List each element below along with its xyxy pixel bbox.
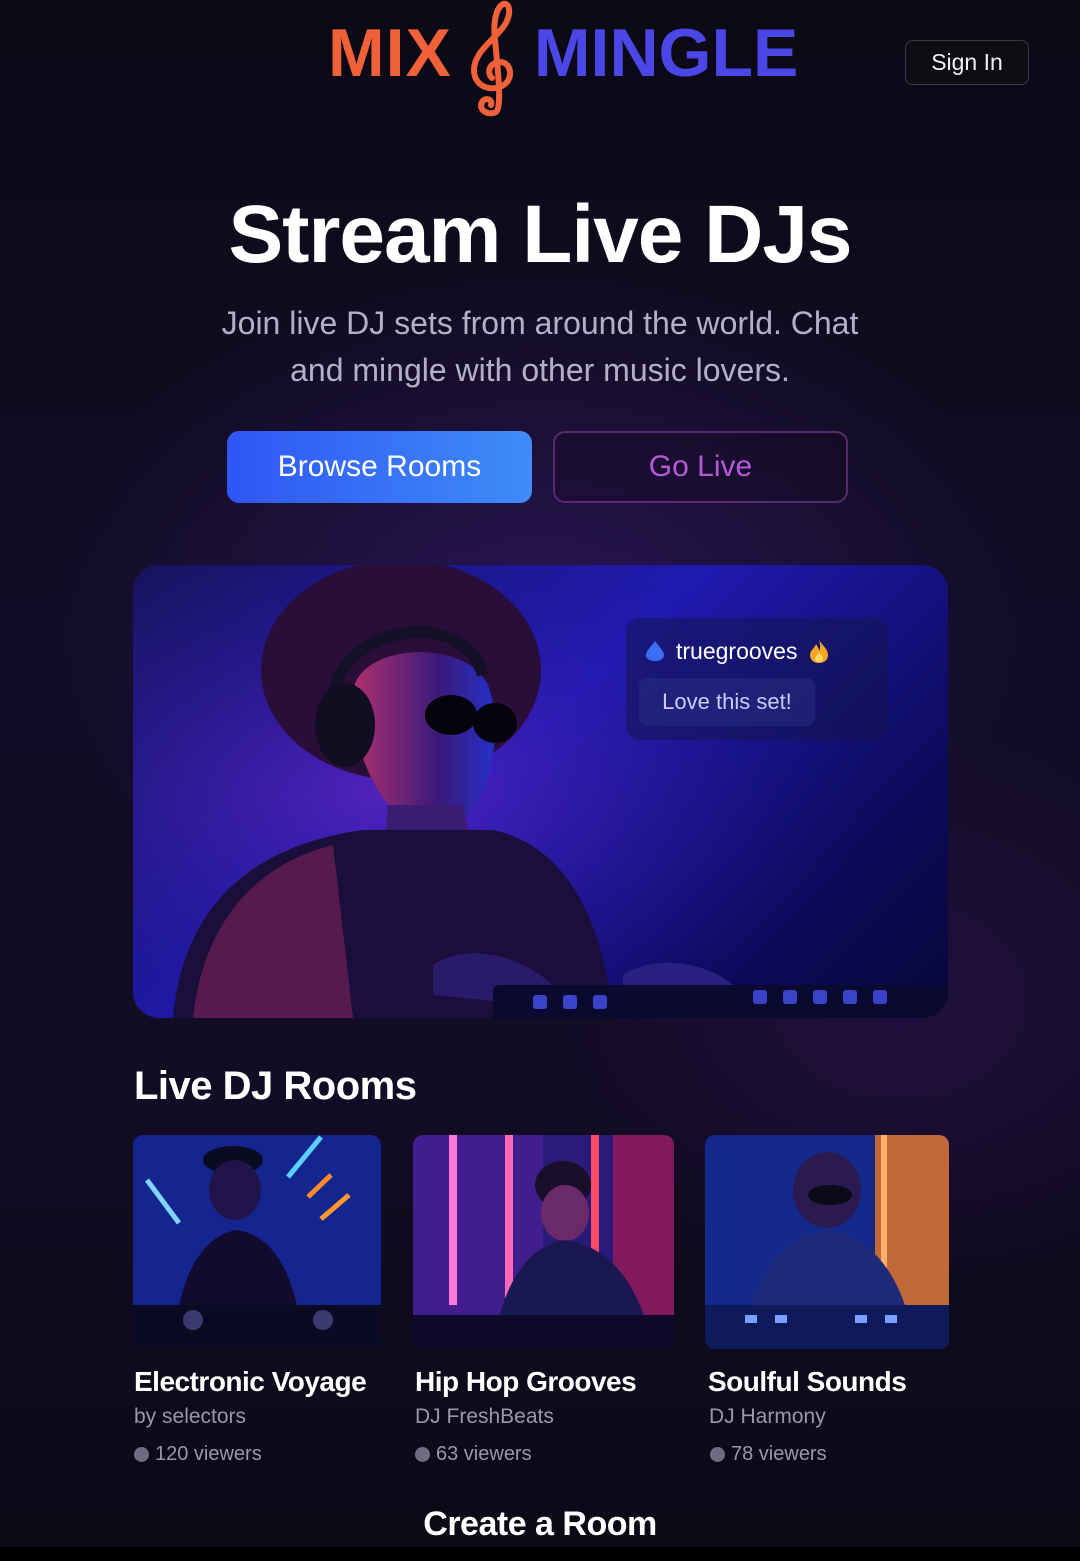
create-room-heading[interactable]: Create a Room xyxy=(0,1505,1080,1544)
logo[interactable]: MIX MINGLE xyxy=(328,0,798,120)
chat-user-row: truegrooves xyxy=(644,634,831,668)
hero-title: Stream Live DJs xyxy=(228,189,852,280)
logo-mingle-text: MINGLE xyxy=(533,15,799,91)
room-2-image xyxy=(413,1135,674,1349)
room-thumbnail-hip-hop-grooves[interactable] xyxy=(413,1135,674,1349)
room-viewers-count: 78 viewers xyxy=(731,1443,827,1465)
chat-username: truegrooves xyxy=(676,637,798,664)
room-title[interactable]: Hip Hop Grooves xyxy=(415,1366,637,1398)
chat-message: Love this set! xyxy=(639,678,815,726)
hero-subtitle-line-1: Join live DJ sets from around the world.… xyxy=(221,305,859,341)
logo-mix-text: MIX xyxy=(328,15,452,91)
sign-in-button[interactable]: Sign In xyxy=(905,40,1029,85)
viewers-dot-icon xyxy=(415,1447,430,1462)
room-dj-name: by selectors xyxy=(134,1405,247,1428)
room-1-image xyxy=(133,1135,381,1349)
treble-clef-icon xyxy=(470,0,513,117)
bottom-bar xyxy=(0,1547,1080,1561)
room-dj-name: DJ FreshBeats xyxy=(415,1405,554,1428)
browse-rooms-button[interactable]: Browse Rooms xyxy=(227,431,532,503)
drop-icon xyxy=(646,641,664,661)
room-viewers: 120 viewers xyxy=(134,1443,262,1466)
room-viewers-count: 63 viewers xyxy=(436,1443,532,1465)
fire-icon xyxy=(810,639,829,663)
hero-subtitle-line-2: and mingle with other music lovers. xyxy=(290,352,790,388)
room-dj-name: DJ Harmony xyxy=(709,1405,826,1428)
room-thumbnail-soulful-sounds[interactable] xyxy=(705,1135,949,1349)
section-title-live-rooms: Live DJ Rooms xyxy=(134,1064,417,1108)
room-title[interactable]: Electronic Voyage xyxy=(134,1366,367,1398)
room-3-image xyxy=(705,1135,949,1349)
go-live-button[interactable]: Go Live xyxy=(553,431,848,503)
hero-subtitle: Join live DJ sets from around the world.… xyxy=(165,300,915,394)
room-thumbnail-electronic-voyage[interactable] xyxy=(133,1135,381,1349)
room-viewers: 63 viewers xyxy=(415,1443,532,1466)
room-viewers: 78 viewers xyxy=(710,1443,827,1466)
viewers-dot-icon xyxy=(710,1447,725,1462)
room-viewers-count: 120 viewers xyxy=(155,1443,262,1465)
page: MIX MINGLE Sign In Stream Live DJs Join … xyxy=(0,0,1080,1561)
room-title[interactable]: Soulful Sounds xyxy=(708,1366,907,1398)
viewers-dot-icon xyxy=(134,1447,149,1462)
